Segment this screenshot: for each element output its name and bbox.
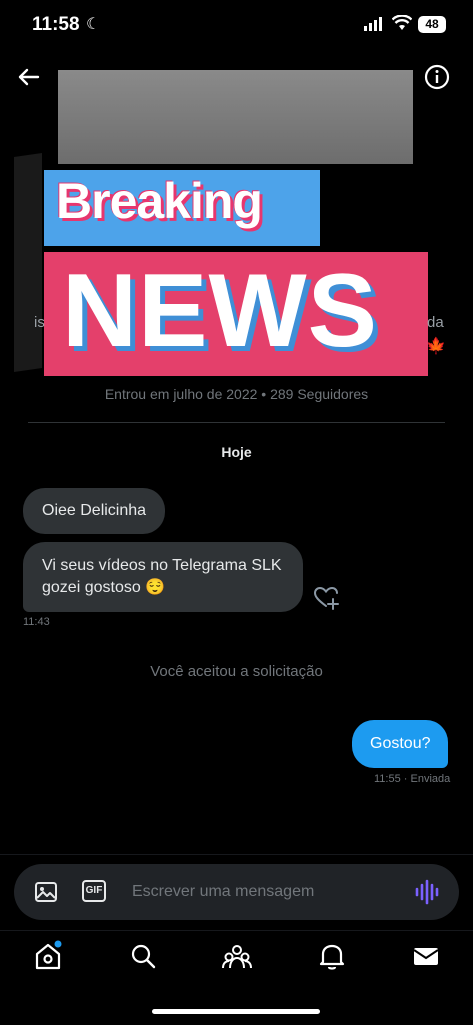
- image-icon[interactable]: [34, 880, 58, 904]
- moon-icon: ☾: [86, 16, 101, 33]
- composer-divider: [0, 854, 473, 855]
- add-reaction-heart-icon[interactable]: [313, 585, 339, 611]
- gif-button[interactable]: GIF: [82, 880, 106, 902]
- message-input[interactable]: [132, 880, 402, 904]
- message-timestamp: 11:43: [23, 616, 50, 628]
- divider: [28, 422, 445, 423]
- redaction-box: [58, 70, 413, 164]
- communities-tab-icon[interactable]: [222, 940, 252, 972]
- breaking-banner-text: Breaking: [56, 173, 263, 229]
- system-message: Você aceitou a solicitação: [150, 663, 323, 680]
- news-banner-text: NEWS: [62, 253, 378, 369]
- home-indicator: [152, 1009, 320, 1014]
- status-time: 11:58: [32, 14, 80, 35]
- home-tab-icon[interactable]: [33, 940, 63, 972]
- battery-indicator: 48: [418, 16, 446, 33]
- redaction-shadow: [14, 153, 42, 372]
- maple-leaf-emoji: 🍁: [426, 338, 446, 355]
- notifications-tab-icon[interactable]: [317, 940, 347, 972]
- back-arrow-icon[interactable]: [14, 62, 44, 92]
- profile-bio-fragment-left: is: [34, 314, 45, 331]
- messages-tab-icon[interactable]: [411, 940, 441, 972]
- outgoing-message-status: 11:55 · Enviada: [374, 773, 451, 785]
- incoming-message-bubble[interactable]: Vi seus vídeos no Telegrama SLK gozei go…: [23, 542, 303, 612]
- info-icon[interactable]: [422, 62, 452, 92]
- incoming-message-bubble[interactable]: Oiee Delicinha: [23, 488, 166, 534]
- wifi-icon: [392, 15, 412, 30]
- outgoing-message-bubble[interactable]: Gostou?: [352, 720, 449, 768]
- profile-joined-info: Entrou em julho de 2022 • 289 Seguidores: [104, 386, 369, 402]
- search-tab-icon[interactable]: [128, 940, 158, 972]
- cellular-signal-icon: [364, 17, 382, 31]
- profile-bio-fragment-right: da: [427, 314, 444, 331]
- voice-message-icon[interactable]: [414, 878, 440, 906]
- day-separator: Hoje: [221, 444, 252, 460]
